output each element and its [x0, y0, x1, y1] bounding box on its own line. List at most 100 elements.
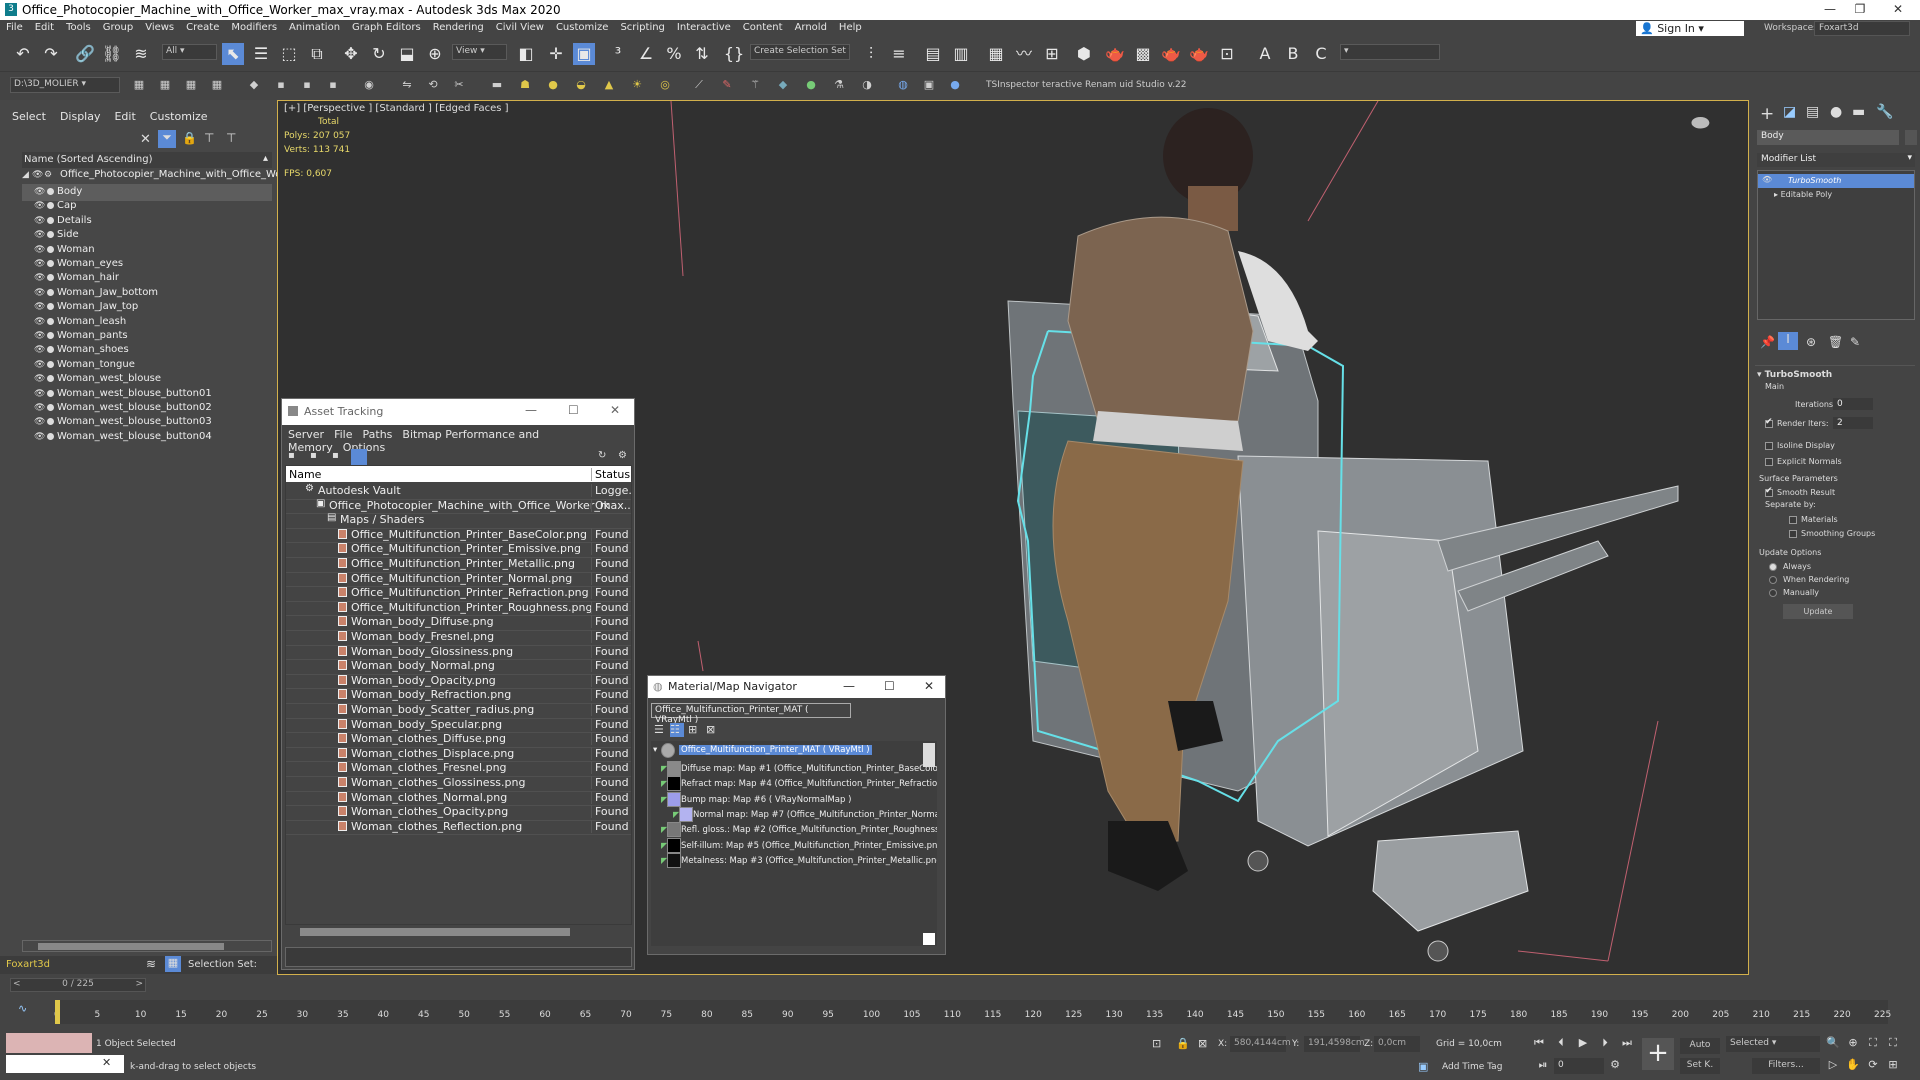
tab-edit[interactable]: Edit [114, 110, 135, 123]
visibility-eye-icon[interactable]: 👁 [34, 417, 45, 427]
x-coordinate-field[interactable]: 580,4144cm [1230, 1036, 1291, 1052]
maximize-viewport-icon[interactable]: ⊞ [1886, 1058, 1900, 1072]
mini-curve-editor-icon[interactable]: ∿ [18, 1002, 27, 1015]
tool-icon-2[interactable]: ▪ [274, 78, 288, 92]
select-manipulate-icon[interactable]: ✛ [545, 43, 567, 65]
align-icon[interactable]: ≡ [888, 43, 910, 65]
modify-tab-icon[interactable]: ◪ [1783, 104, 1796, 120]
render-toggle-icon[interactable] [47, 346, 54, 354]
scene-explorer-icon[interactable]: ▤ [922, 43, 944, 65]
asset-minimize-icon[interactable]: — [525, 403, 537, 417]
light-icon-1[interactable]: ▬ [490, 78, 504, 92]
material-editor-icon[interactable]: ⬢ [1073, 43, 1095, 65]
configure-modifier-sets-icon[interactable]: ✎ [1850, 335, 1860, 349]
zoom-all-icon[interactable]: ⊕ [1846, 1036, 1860, 1050]
named-selection-dropdown[interactable]: Create Selection Set ▾ [750, 44, 850, 60]
asset-tracking-titlebar[interactable]: Asset Tracking — ☐ ✕ [282, 399, 634, 425]
sun-icon[interactable]: ☀ [630, 78, 644, 92]
asset-view-icon-1[interactable]: ▪ [288, 450, 295, 461]
link-icon[interactable]: 🔗 [74, 43, 96, 65]
hierarchy-tab-icon[interactable]: ▤ [1806, 104, 1819, 120]
project-icon-4[interactable]: ▦ [210, 78, 224, 92]
light-icon-6[interactable]: ◎ [658, 78, 672, 92]
angle-snap-icon[interactable]: ∠ [635, 43, 657, 65]
render-toggle-icon[interactable] [47, 389, 54, 397]
layers-icon[interactable]: ≋ [146, 957, 156, 971]
project-icon-3[interactable]: ▦ [184, 78, 198, 92]
move-icon[interactable]: ✥ [340, 43, 362, 65]
viewcube-icon[interactable]: ⬬ [1691, 111, 1727, 137]
utilities-tab-icon[interactable]: 🔧 [1876, 104, 1893, 120]
asset-settings-icon[interactable]: ⚙ [618, 450, 627, 461]
stack-item-turbosmooth[interactable]: TurboSmooth [1758, 174, 1914, 188]
stack-eye-icon[interactable]: 👁 [1762, 175, 1772, 184]
visibility-eye-icon[interactable]: 👁 [34, 245, 45, 255]
vray-icon-6[interactable]: ⚗ [832, 78, 846, 92]
asset-close-icon[interactable]: ✕ [610, 403, 620, 417]
window-crossing-icon[interactable]: ⧉ [306, 43, 328, 65]
previous-frame-icon[interactable]: ⏴ [1554, 1036, 1568, 1050]
place-icon[interactable]: ⊕ [424, 43, 446, 65]
asset-maximize-icon[interactable]: ☐ [568, 403, 579, 417]
menu-graph-editors[interactable]: Graph Editors [346, 20, 427, 33]
tool-icon-5[interactable]: ◉ [362, 78, 376, 92]
expand-toggle-icon[interactable]: ◢ [22, 170, 32, 180]
scene-root-row[interactable]: ◢ 👁 ⚙ Office_Photocopier_Machine_with_Of… [22, 167, 301, 184]
matnav-maximize-icon[interactable]: ☐ [884, 679, 895, 693]
go-to-end-icon[interactable]: ⏭ [1620, 1036, 1634, 1050]
scale-icon[interactable]: ⬓ [396, 43, 418, 65]
when-rendering-radio[interactable] [1769, 576, 1777, 584]
visibility-eye-icon[interactable]: 👁 [34, 374, 45, 384]
mirror-icon[interactable]: ⫶ [860, 43, 882, 65]
y-coordinate-field[interactable]: 191,4598cm [1304, 1036, 1365, 1052]
tab-select[interactable]: Select [12, 110, 46, 123]
menu-group[interactable]: Group [97, 20, 139, 33]
view-small-icons-icon[interactable]: ⊞ [688, 723, 697, 736]
vray-icon-5[interactable]: ● [804, 78, 818, 92]
unlink-icon[interactable]: ⛓ [101, 43, 123, 65]
layer-explorer-icon[interactable]: ▥ [950, 43, 972, 65]
render-toggle-icon[interactable] [47, 288, 54, 296]
time-config-icon[interactable]: ⚙ [1608, 1058, 1622, 1072]
render-toggle-icon[interactable] [47, 375, 54, 383]
project-path-dropdown[interactable]: D:\3D_MOLIER ▾ [10, 77, 120, 93]
visibility-eye-icon[interactable]: 👁 [34, 331, 45, 341]
tool-icon-7[interactable]: ⟲ [426, 78, 440, 92]
vray-icon-9[interactable]: ▣ [922, 78, 936, 92]
sign-in-dropdown[interactable]: 👤 Sign In ▾ [1636, 21, 1744, 37]
visibility-eye-icon[interactable]: 👁 [34, 230, 45, 240]
arnold-c-icon[interactable]: C [1310, 43, 1332, 65]
display-tab-icon[interactable]: ▬ [1852, 104, 1865, 120]
time-prev-icon[interactable]: < [13, 979, 21, 989]
material-tree-scroll-thumb[interactable] [923, 743, 935, 767]
render-toggle-icon[interactable] [47, 274, 54, 282]
menu-animation[interactable]: Animation [283, 20, 346, 33]
asset-path-field[interactable] [285, 947, 632, 967]
view-list-icons-icon[interactable]: ☷ [670, 723, 684, 737]
timeline-track[interactable]: 0510152025303540455055606570758085909510… [54, 1000, 1891, 1024]
smoothing-groups-checkbox[interactable] [1789, 530, 1797, 538]
undo-icon[interactable]: ↶ [12, 43, 34, 65]
key-filter-dropdown[interactable]: Selected ▾ [1726, 1036, 1820, 1052]
clear-search-icon[interactable]: ✕ [140, 132, 151, 147]
add-time-tag-label[interactable]: Add Time Tag [1442, 1062, 1502, 1072]
vray-icon-4[interactable]: ◆ [776, 78, 790, 92]
maxscript-mini-listener[interactable]: ✕ [6, 1055, 124, 1073]
scene-object-row[interactable]: 👁 Woman_west_blouse_button04 [22, 429, 272, 446]
render-iterative-icon[interactable]: 🫖 [1188, 43, 1210, 65]
light-icon-3[interactable]: ● [546, 78, 560, 92]
set-key-icon[interactable]: + [1642, 1038, 1674, 1070]
material-root-row[interactable]: ▾ Office_Multifunction_Printer_MAT ( VRa… [651, 743, 931, 760]
redo-icon[interactable]: ↷ [40, 43, 62, 65]
pin-stack-icon[interactable]: 📌 [1760, 335, 1775, 349]
menu-modifiers[interactable]: Modifiers [225, 20, 283, 33]
render-toggle-icon[interactable] [47, 260, 54, 267]
listener-close-icon[interactable]: ✕ [102, 1056, 111, 1069]
render-setup-icon[interactable]: 🫖 [1104, 43, 1126, 65]
menu-file[interactable]: File [0, 20, 29, 33]
modifier-list-dropdown[interactable]: Modifier List ▾ [1757, 153, 1915, 167]
smooth-result-checkbox[interactable] [1765, 486, 1773, 497]
stack-item-editable-poly[interactable]: ▸ Editable Poly [1758, 188, 1914, 202]
vray-icon-2[interactable]: ✎ [720, 78, 734, 92]
lock-icon[interactable]: 🔒 [182, 131, 197, 145]
